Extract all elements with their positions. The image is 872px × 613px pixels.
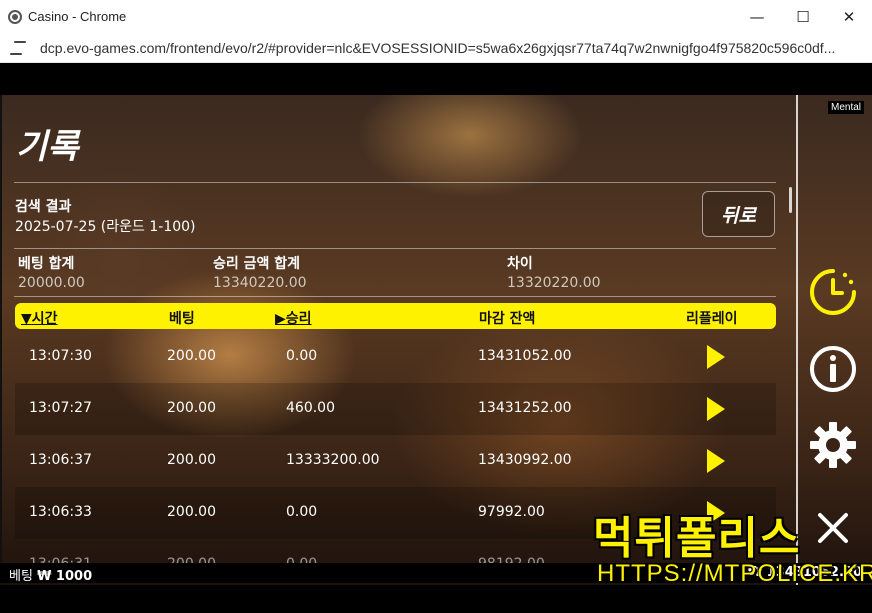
search-range: 2025-07-25 (라운드 1-100) — [15, 219, 196, 235]
replay-play-icon[interactable] — [707, 449, 725, 473]
divider — [14, 248, 776, 249]
bet-cell: 200.00 — [167, 400, 216, 416]
close-icon[interactable] — [808, 503, 858, 553]
time-cell: 13:06:33 — [29, 504, 92, 520]
chrome-icon — [8, 9, 22, 24]
maximize-button[interactable]: ☐ — [780, 0, 826, 33]
divider — [14, 182, 776, 183]
bet-cell: 200.00 — [167, 452, 216, 468]
win-cell: 0.00 — [286, 504, 318, 520]
page-title: 기록 — [16, 127, 79, 167]
balance-amount: ₩ 13431052.00 — [747, 565, 862, 580]
bet-cell: 200.00 — [167, 348, 216, 364]
mental-badge: Mental — [828, 101, 865, 114]
sidebar-divider — [796, 95, 798, 585]
time-cell: 13:07:30 — [29, 348, 92, 364]
replay-play-icon[interactable] — [707, 397, 725, 421]
column-win[interactable]: ▶승리 — [275, 308, 312, 328]
site-settings-icon[interactable] — [10, 40, 28, 55]
search-result-label: 검색 결과 — [15, 199, 72, 215]
win-cell: 0.00 — [286, 348, 318, 364]
column-balance: 마감 잔액 — [479, 311, 536, 327]
back-button[interactable]: 뒤로 — [702, 191, 775, 237]
column-time[interactable]: ▼시간 — [21, 308, 58, 328]
total-win-label: 승리 금액 합계 — [213, 256, 301, 272]
bet-amount: 베팅 ₩ 1000 — [9, 565, 92, 584]
column-bet: 베팅 — [169, 311, 195, 327]
replay-play-icon[interactable] — [707, 345, 725, 369]
difference-label: 차이 — [507, 256, 533, 272]
minimize-button[interactable]: — — [734, 0, 780, 33]
scrollbar-thumb[interactable] — [789, 187, 792, 213]
bet-label: 베팅 — [9, 569, 33, 584]
window-controls: — ☐ ✕ — [734, 0, 872, 33]
info-icon[interactable] — [808, 344, 858, 394]
balance-cell: 13431252.00 — [478, 400, 572, 416]
table-header: ▼시간 베팅 ▶승리 마감 잔액 리플레이 — [15, 303, 776, 329]
total-win-value: 13340220.00 — [213, 275, 307, 291]
browser-window: Casino - Chrome — ☐ ✕ dcp.evo-games.com/… — [0, 0, 872, 613]
balance-cell: 97992.00 — [478, 504, 545, 520]
column-replay: 리플레이 — [686, 311, 738, 327]
table-row[interactable]: 13:07:30 200.00 0.00 13431052.00 — [15, 331, 776, 383]
sort-asc-icon: ▶ — [275, 311, 286, 327]
window-title: Casino - Chrome — [28, 9, 127, 24]
url-text[interactable]: dcp.evo-games.com/frontend/evo/r2/#provi… — [40, 40, 860, 56]
close-window-button[interactable]: ✕ — [826, 0, 872, 33]
title-bar: Casino - Chrome — ☐ ✕ — [0, 0, 872, 33]
sort-desc-icon: ▼ — [21, 311, 32, 327]
gear-icon[interactable] — [808, 420, 858, 470]
balance-cell: 13430992.00 — [478, 452, 572, 468]
divider — [14, 296, 776, 297]
win-cell: 13333200.00 — [286, 452, 380, 468]
clock-icon[interactable] — [808, 267, 858, 317]
time-cell: 13:06:37 — [29, 452, 92, 468]
table-row[interactable]: 13:06:33 200.00 0.00 97992.00 — [15, 487, 776, 539]
time-cell: 13:07:27 — [29, 400, 92, 416]
total-bet-value: 20000.00 — [18, 275, 85, 291]
replay-play-icon[interactable] — [707, 501, 725, 525]
table-row[interactable]: 13:07:27 200.00 460.00 13431252.00 — [15, 383, 776, 435]
table-row[interactable]: 13:06:37 200.00 13333200.00 13430992.00 — [15, 435, 776, 487]
bet-cell: 200.00 — [167, 504, 216, 520]
difference-value: 13320220.00 — [507, 275, 601, 291]
status-bar — [0, 563, 872, 583]
bet-value: ₩ 1000 — [37, 569, 93, 584]
total-bet-label: 베팅 합계 — [18, 256, 75, 272]
balance-cell: 13431052.00 — [478, 348, 572, 364]
win-cell: 460.00 — [286, 400, 335, 416]
address-bar[interactable]: dcp.evo-games.com/frontend/evo/r2/#provi… — [0, 33, 872, 63]
game-area: 기록 검색 결과 2025-07-25 (라운드 1-100) 뒤로 베팅 합계… — [0, 95, 872, 585]
